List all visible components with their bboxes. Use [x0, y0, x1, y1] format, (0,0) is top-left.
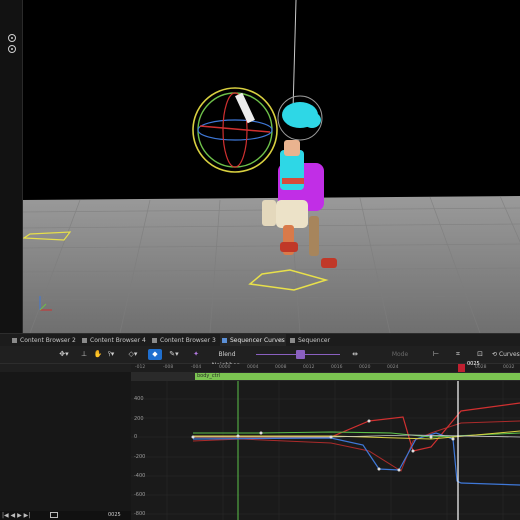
curves-view-dropdown[interactable]: ⟲ Curves: [492, 349, 520, 360]
current-frame-field[interactable]: 0025: [108, 511, 121, 520]
rotation-gizmo: [192, 87, 278, 173]
track-label: body_ctrl: [197, 373, 221, 379]
ruler-tick: 0000: [219, 365, 231, 370]
snap-tool-icon[interactable]: ⫯▾: [104, 349, 118, 360]
blend-slider-handle[interactable]: [296, 350, 305, 359]
y-axis-label: -600: [134, 492, 146, 498]
hand-tool-icon[interactable]: ✋: [92, 349, 104, 360]
ruler-tick: 0024: [387, 365, 399, 370]
folder-icon: [12, 338, 17, 343]
key-select-button[interactable]: ◆: [148, 349, 162, 360]
playhead-marker[interactable]: [458, 364, 465, 372]
playback-range-bar[interactable]: body_ctrl: [131, 372, 520, 381]
graph-grid: [131, 381, 520, 520]
curve-graph[interactable]: [131, 381, 520, 520]
ruler-tick: 0016: [331, 365, 343, 370]
curve-red-2: [192, 420, 520, 472]
ease-icon[interactable]: ⇹: [350, 349, 360, 360]
ruler-tick: 0032: [503, 365, 515, 370]
pan-tool-icon[interactable]: ⊥: [78, 349, 90, 360]
film-icon: [290, 338, 295, 343]
viewport-option-icon[interactable]: [8, 45, 16, 53]
time-ruler[interactable]: -012 -008 -004 0000 0004 0008 0012 0016 …: [131, 361, 520, 372]
frame-icon[interactable]: ⊡: [474, 349, 486, 360]
transform-tool-icon[interactable]: ✥▾: [56, 349, 72, 360]
y-axis-label: 400: [134, 396, 144, 402]
viewport-side-strip: [0, 0, 23, 333]
y-axis-label: -400: [134, 473, 146, 479]
curve-editor-toolbar: ✥▾ ⊥ ✋ ⫯▾ ◇▾ ◆ ✎▾ ✦ Blend Neighbor▾ ⇹ Mo…: [0, 346, 520, 369]
loop-icon[interactable]: [50, 512, 58, 518]
vertical-guide-line: [292, 0, 297, 111]
mode-dropdown[interactable]: Mode: [390, 349, 410, 360]
curve-tree-panel[interactable]: [0, 364, 132, 520]
ruler-tick: 0020: [359, 365, 371, 370]
blend-mode-dropdown[interactable]: Blend Neighbor▾: [203, 349, 251, 369]
curve-icon: [222, 338, 227, 343]
blend-slider[interactable]: [256, 350, 340, 359]
ruler-tick: -008: [163, 365, 174, 370]
key-interp-icon[interactable]: ◇▾: [126, 349, 140, 360]
playhead-frame-label: 0025: [467, 361, 480, 367]
ruler-tick: -012: [135, 365, 146, 370]
blend-icon: ✦: [193, 350, 199, 358]
ruler-tick: 0012: [303, 365, 315, 370]
tree-header: [0, 364, 131, 372]
curve-keys: [191, 419, 455, 472]
folder-icon: [82, 338, 87, 343]
curve-blue: [192, 432, 520, 486]
y-axis-label: -200: [134, 454, 146, 460]
fit-icon[interactable]: ⌗: [452, 349, 464, 360]
viewport-scene: [21, 0, 520, 333]
ruler-tick: 0004: [247, 365, 259, 370]
ruler-tick: 0008: [275, 365, 287, 370]
ruler-tick: -004: [191, 365, 202, 370]
curve-graph-canvas: [131, 381, 520, 520]
panel-tab-bar: Content Browser 2 Content Browser 4 Cont…: [0, 333, 520, 347]
active-range: [195, 373, 520, 380]
level-viewport[interactable]: [0, 0, 520, 333]
y-axis-label: 200: [134, 416, 144, 422]
y-axis-label: -800: [134, 511, 146, 517]
normalize-icon[interactable]: ⊢: [430, 349, 442, 360]
viewport-option-icon[interactable]: [8, 34, 16, 42]
y-axis-label: 0: [134, 434, 138, 440]
folder-icon: [152, 338, 157, 343]
playback-controls: |◀ ◀ ▶ ▶| 0025: [0, 511, 131, 520]
playback-buttons-icon[interactable]: |◀ ◀ ▶ ▶|: [2, 511, 30, 520]
brush-tool-icon[interactable]: ✎▾: [166, 349, 182, 360]
